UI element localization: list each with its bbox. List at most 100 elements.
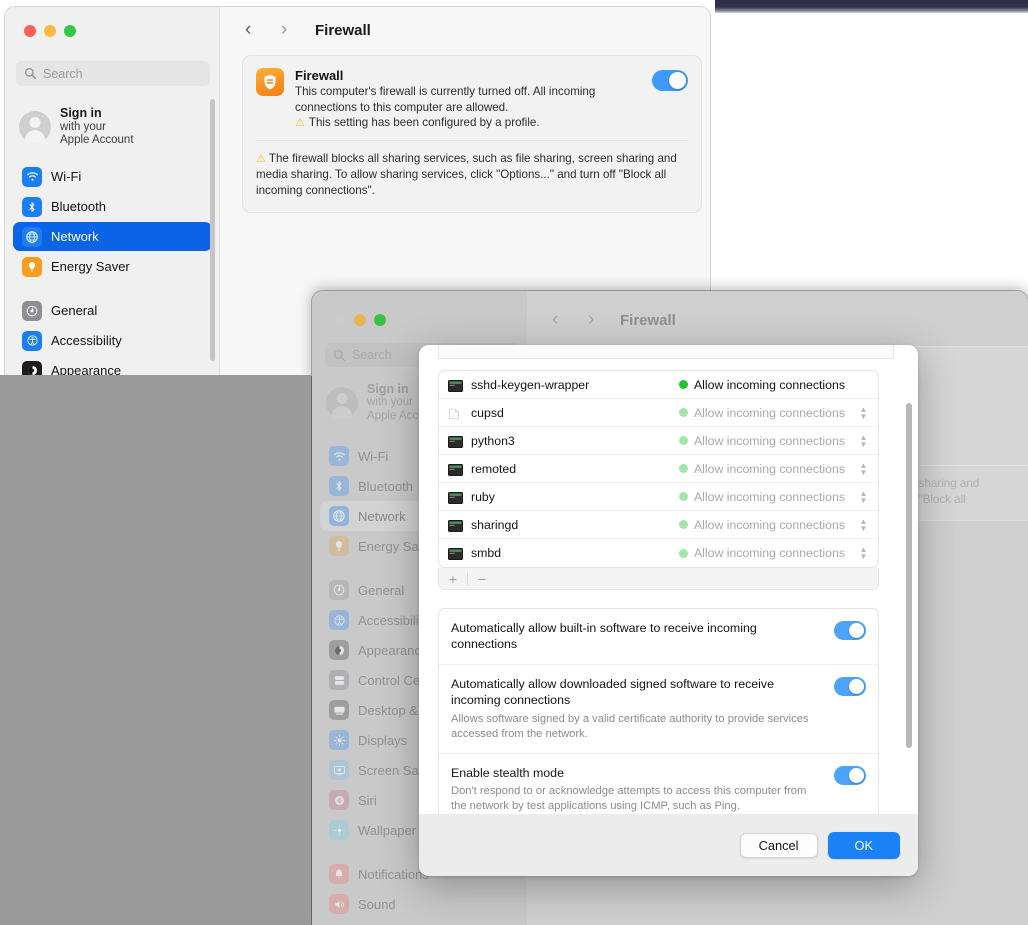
app-connection-state[interactable]: Allow incoming connections▲▼	[678, 461, 869, 477]
maximize-button-back[interactable]	[374, 314, 386, 326]
app-connection-state[interactable]: Allow incoming connections▲▼	[678, 517, 869, 533]
warning-triangle-icon: ⚠	[295, 117, 305, 130]
app-connection-state[interactable]: Allow incoming connections▲▼	[678, 489, 869, 505]
sidebar-list-front: Wi-Fi Bluetooth Network Energy Saver General…	[13, 162, 212, 376]
sidebar-item-bluetooth[interactable]: Bluetooth	[13, 192, 212, 221]
sign-in-row[interactable]: Sign in with your Apple Account	[19, 102, 209, 152]
sidebar-item-energy-saver[interactable]: Energy Saver	[13, 252, 212, 281]
app-row[interactable]: sshd-keygen-wrapper Allow incoming connec…	[439, 371, 878, 399]
desktop-gray-fill	[0, 375, 311, 925]
chevron-updown-icon[interactable]: ▲ ▼	[858, 489, 869, 505]
forward-button-back[interactable]: ›	[588, 309, 594, 331]
close-button-back[interactable]	[334, 314, 346, 326]
option-title: Enable stealth mode	[451, 765, 564, 780]
remove-app-button[interactable]: −	[468, 568, 496, 589]
terminal-icon	[448, 463, 463, 476]
terminal-icon	[448, 379, 463, 392]
dialog-scrollbar[interactable]	[906, 403, 912, 748]
ok-button[interactable]: OK	[827, 831, 900, 859]
chevron-updown-icon[interactable]: ▲ ▼	[858, 405, 869, 421]
clipped-note-card: services, such as Error and in bar.	[438, 345, 894, 359]
appearance-icon	[329, 640, 349, 660]
sidebar-item-label: Energy Saver	[51, 259, 130, 274]
minimize-button[interactable]	[44, 25, 56, 37]
card-divider-back	[909, 465, 1028, 466]
firewall-option-row: Enable stealth mode Don't respond to or a…	[439, 754, 878, 815]
chevron-updown-icon[interactable]: ▲ ▼	[858, 517, 869, 533]
firewall-profile-warning: This setting has been configured by a pr…	[308, 116, 540, 130]
chevron-updown-icon[interactable]: ▲ ▼	[858, 545, 869, 561]
app-row[interactable]: ruby Allow incoming connections ▲ ▼	[439, 483, 878, 511]
screenshot-root: Search Sign in with your Apple Account W…	[0, 0, 1028, 925]
status-dot-icon	[678, 520, 688, 529]
sidebar-group-separator	[13, 282, 212, 296]
sidebar-item-label: General	[51, 303, 98, 318]
option-toggle[interactable]	[834, 621, 866, 640]
app-connection-state[interactable]: Allow incoming connections ▲▼	[678, 545, 869, 561]
sign-in-line2: with your	[60, 120, 107, 133]
terminal-icon	[448, 491, 463, 504]
sidebar-item-back-sound[interactable]: Sound	[320, 889, 519, 919]
app-name: sharingd	[471, 517, 519, 532]
page-title: Firewall	[315, 22, 371, 39]
appearance-icon	[22, 360, 42, 376]
app-row[interactable]: python3 Allow incoming connections ▲ ▼	[439, 427, 878, 455]
sidebar-front: Search Sign in with your Apple Account W…	[5, 7, 220, 376]
page-title-back: Firewall	[620, 312, 676, 329]
app-state-label: Allow incoming connections	[693, 405, 845, 420]
app-row[interactable]: sharingd Allow incoming connections ▲ ▼	[439, 511, 878, 539]
sidebar-item-label-back: Displays	[358, 732, 408, 748]
app-row[interactable]: remoted Allow incoming connections ▲ ▼	[439, 455, 878, 483]
back-button[interactable]: ‹	[245, 19, 251, 41]
dialog-footer: Cancel OK	[419, 814, 918, 876]
add-app-button[interactable]: +	[439, 568, 467, 589]
minimize-button-back[interactable]	[354, 314, 366, 326]
sidebar-item-general[interactable]: General	[13, 296, 212, 325]
firewall-heading: Firewall	[295, 68, 344, 83]
chevron-updown-icon[interactable]: ▲ ▼	[858, 461, 869, 477]
sidebar-item-label-back: Sound	[358, 896, 396, 912]
sidebar-item-wi-fi[interactable]: Wi-Fi	[13, 162, 212, 191]
status-dot-icon	[678, 408, 688, 417]
app-name: sshd-keygen-wrapper	[471, 377, 590, 392]
app-connection-state[interactable]: Allow incoming connections ▲▼	[678, 405, 869, 421]
cancel-button[interactable]: Cancel	[739, 832, 818, 858]
sidebar-scrollbar[interactable]	[210, 99, 215, 361]
allowed-apps-list[interactable]: sshd-keygen-wrapper Allow incoming connec…	[438, 370, 879, 568]
speaker-icon	[329, 894, 349, 914]
sidebar-item-label-back: Siri	[358, 792, 377, 808]
firewall-toggle[interactable]	[652, 70, 688, 91]
option-toggle[interactable]	[834, 765, 866, 785]
sidebar-item-accessibility[interactable]: Accessibility	[13, 326, 212, 355]
bluetooth-icon	[329, 476, 349, 496]
option-title: Automatically allow built-in software to…	[451, 621, 757, 652]
window-controls-front[interactable]	[24, 25, 76, 37]
bell-icon	[329, 864, 349, 884]
option-toggle[interactable]	[834, 676, 866, 696]
back-button-back[interactable]: ‹	[552, 309, 558, 331]
maximize-button[interactable]	[64, 25, 76, 37]
search-placeholder-back: Search	[352, 348, 392, 362]
close-button[interactable]	[24, 25, 36, 37]
window-controls-back[interactable]	[334, 314, 386, 326]
sidebar-item-label-back: Wi-Fi	[358, 448, 389, 464]
sidebar-item-network[interactable]: Network	[13, 222, 212, 251]
app-connection-state[interactable]: Allow incoming connections▲▼	[678, 433, 869, 449]
chevron-updown-icon[interactable]: ▲ ▼	[858, 433, 869, 449]
displays-icon	[329, 730, 349, 750]
firewall-blocked-note-row: ⚠ The firewall blocks all sharing servic…	[243, 141, 701, 212]
app-row[interactable]: cupsd Allow incoming connections ▲ ▼	[439, 399, 878, 427]
app-name: remoted	[471, 461, 517, 476]
firewall-shield-icon	[256, 68, 284, 96]
firewall-option-row: Automatically allow built-in software to…	[439, 609, 878, 665]
option-subtitle: Don't respond to or acknowledge attempts…	[451, 784, 807, 812]
search-placeholder: Search	[43, 66, 83, 81]
search-input[interactable]: Search	[16, 61, 210, 86]
app-state-label: Allow incoming connections	[693, 546, 845, 560]
app-row[interactable]: smbd Allow incoming connections ▲ ▼	[439, 539, 878, 567]
sidebar-item-appearance[interactable]: Appearance	[13, 356, 212, 376]
sidebar-item-label-back: Bluetooth	[358, 478, 413, 494]
status-dot-icon	[678, 380, 688, 389]
forward-button[interactable]: ›	[281, 19, 287, 41]
app-connection-state[interactable]: Allow incoming connections▲▼	[678, 377, 869, 393]
